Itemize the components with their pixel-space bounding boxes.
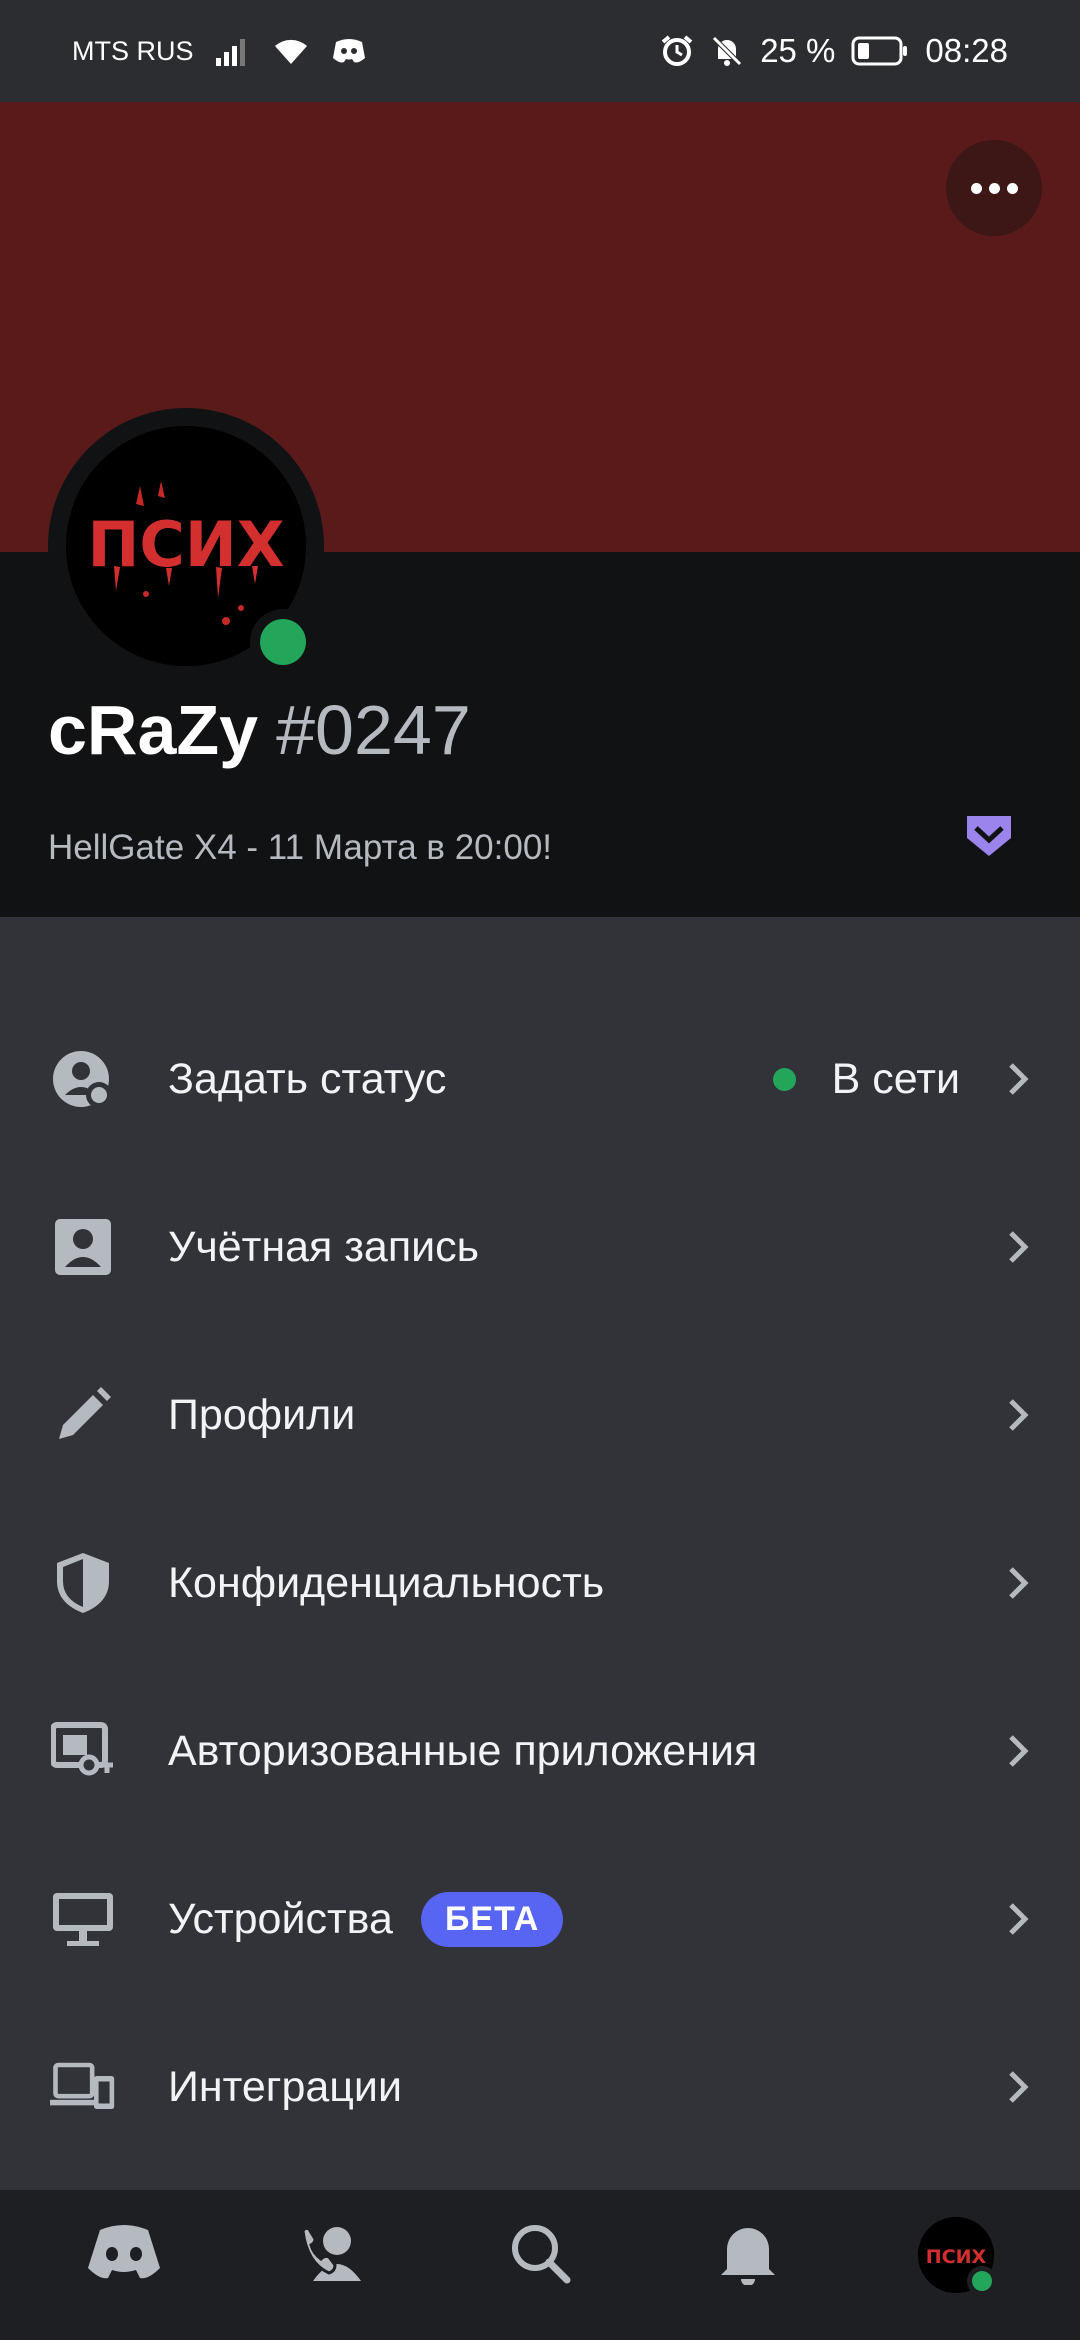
shield-icon xyxy=(50,1550,116,1616)
setting-label: Учётная запись xyxy=(168,1222,480,1271)
setting-profiles[interactable]: Профили xyxy=(0,1331,1080,1499)
setting-label-with-badge: Устройства БЕТА xyxy=(168,1891,564,1947)
presence-indicator xyxy=(250,609,316,675)
nitro-badge-icon[interactable] xyxy=(962,808,1016,862)
nav-search[interactable] xyxy=(485,2200,595,2310)
chevron-right-icon xyxy=(1000,1901,1036,1937)
clock: 08:28 xyxy=(925,32,1008,69)
setting-label: Конфиденциальность xyxy=(168,1558,605,1607)
presence-indicator xyxy=(967,2266,997,2296)
presence-value: В сети xyxy=(772,1054,960,1104)
signal-icon xyxy=(215,36,250,66)
online-dot xyxy=(772,1067,796,1091)
setting-label: Интеграции xyxy=(168,2062,402,2111)
chevron-right-icon xyxy=(1000,2069,1036,2105)
setting-privacy[interactable]: Конфиденциальность xyxy=(0,1499,1080,1667)
discord-notification-icon xyxy=(332,38,366,64)
more-dot-icon xyxy=(970,182,982,194)
account-icon xyxy=(50,1214,116,1280)
chevron-right-icon xyxy=(1000,1733,1036,1769)
search-icon xyxy=(509,2222,571,2289)
mute-bell-icon xyxy=(710,34,744,68)
setting-integrations[interactable]: Интеграции xyxy=(0,2003,1080,2171)
custom-status: HellGate X4 - 11 Марта в 20:00! xyxy=(48,828,553,867)
nav-profile[interactable]: ПСИХ xyxy=(901,2200,1011,2310)
setting-set-status[interactable]: Задать статус В сети xyxy=(0,995,1080,1163)
bell-icon xyxy=(719,2221,777,2290)
devices-icon xyxy=(50,2054,116,2120)
status-left: MTS RUS xyxy=(72,36,366,67)
username-line[interactable]: cRaZy #0247 xyxy=(48,690,471,770)
setting-devices[interactable]: Устройства БЕТА xyxy=(0,1835,1080,2003)
setting-label: Задать статус xyxy=(168,1054,447,1103)
monitor-icon xyxy=(50,1886,116,1952)
friends-icon xyxy=(299,2223,365,2288)
beta-badge: БЕТА xyxy=(420,1891,564,1947)
chevron-right-icon xyxy=(1000,1061,1036,1097)
more-dot-icon xyxy=(1006,182,1018,194)
setting-authorized-apps[interactable]: Авторизованные приложения xyxy=(0,1667,1080,1835)
presence-text: В сети xyxy=(831,1054,960,1103)
status-icon xyxy=(50,1046,116,1112)
nav-home[interactable] xyxy=(69,2200,179,2310)
settings-list: Задать статус В сети Учётная запись Проф… xyxy=(0,995,1080,2171)
bottom-nav: ПСИХ xyxy=(0,2190,1080,2340)
nav-friends[interactable] xyxy=(277,2200,387,2310)
discriminator: #0247 xyxy=(276,691,471,769)
setting-account[interactable]: Учётная запись xyxy=(0,1163,1080,1331)
online-dot xyxy=(972,2271,992,2291)
chevron-right-icon xyxy=(1000,1565,1036,1601)
chevron-right-icon xyxy=(1000,1397,1036,1433)
more-options-button[interactable] xyxy=(946,140,1042,236)
username: cRaZy xyxy=(48,691,259,769)
svg-text:ПСИХ: ПСИХ xyxy=(926,2246,987,2268)
alarm-icon xyxy=(660,34,694,68)
carrier-label: MTS RUS xyxy=(72,35,194,66)
battery-icon xyxy=(851,35,909,67)
wifi-icon xyxy=(272,36,310,66)
status-bar: MTS RUS 25 % 08:28 xyxy=(0,0,1080,102)
setting-label: Авторизованные приложения xyxy=(168,1726,758,1775)
authorized-apps-icon xyxy=(50,1718,116,1784)
more-dot-icon xyxy=(988,182,1000,194)
pencil-icon xyxy=(50,1382,116,1448)
battery-percent: 25 % xyxy=(760,32,836,69)
nav-notifications[interactable] xyxy=(693,2200,803,2310)
setting-label: Профили xyxy=(168,1390,356,1439)
status-right: 25 % 08:28 xyxy=(660,32,1008,70)
home-icon xyxy=(86,2224,162,2287)
setting-label: Устройства xyxy=(168,1894,393,1943)
online-dot xyxy=(260,619,306,665)
chevron-right-icon xyxy=(1000,1229,1036,1265)
